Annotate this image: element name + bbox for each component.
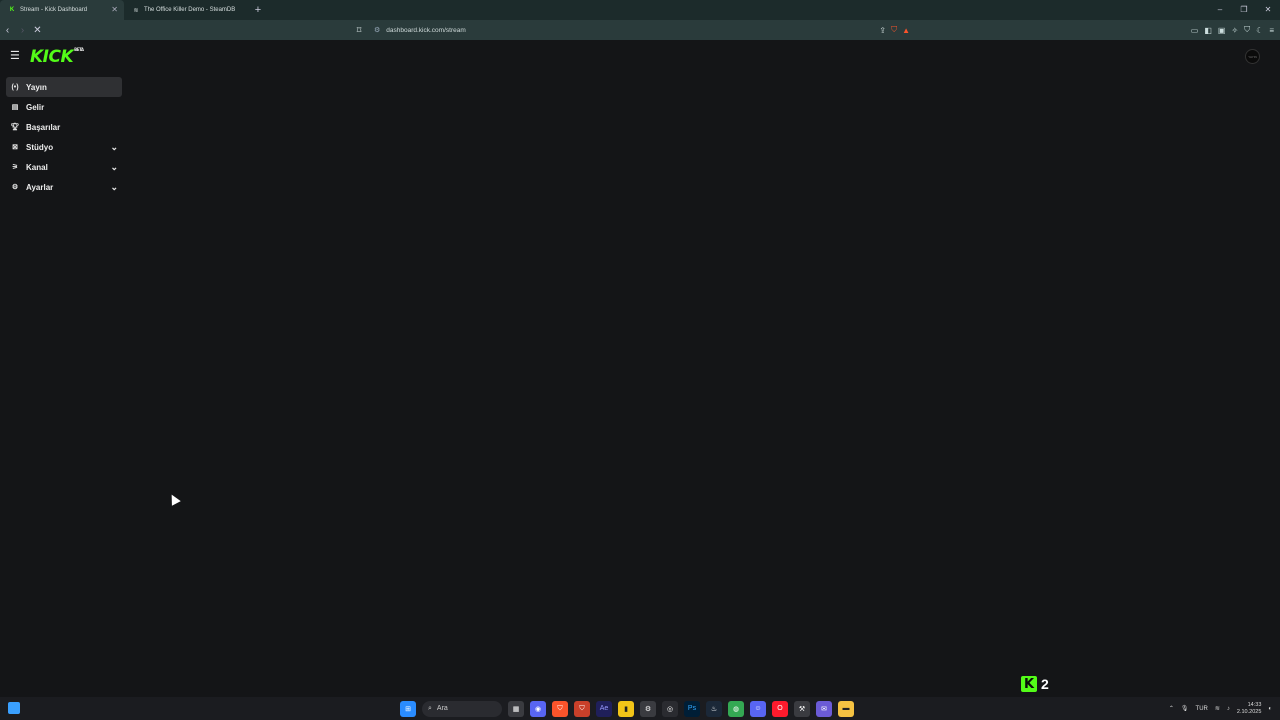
kick-favicon-icon: K [9, 7, 15, 13]
system-tray: ⌃ 🎙︎ TUR ≋ ♪ 14:33 2.10.2025 ◐ [1169, 697, 1272, 720]
discord-alt-app-icon[interactable]: ☺ [750, 700, 766, 717]
vpn-icon[interactable]: ⛉ [1244, 25, 1250, 35]
menu-icon[interactable]: ≡ [1269, 26, 1274, 35]
extensions-icon[interactable]: ✧ [1231, 26, 1238, 35]
chevron-down-icon[interactable]: ⌄ [110, 162, 118, 172]
tab-kick-dashboard[interactable]: K Stream - Kick Dashboard ✕ [0, 0, 124, 20]
wallet-icon[interactable]: ▣ [1218, 26, 1226, 35]
clock-time: 14:33 [1247, 701, 1262, 708]
beta-badge: BETA [74, 47, 84, 52]
restore-icon[interactable]: ❐ [1232, 0, 1256, 20]
sidebar-item-kanal[interactable]: ⚞ Kanal ⌄ [6, 157, 122, 177]
stop-loading-icon[interactable]: ✕ [30, 25, 45, 36]
obs-app-icon[interactable]: ◎ [662, 700, 678, 717]
gear-icon: ⚙ [11, 184, 19, 191]
task-view-icon[interactable]: ▦ [508, 700, 524, 717]
clock-date: 2.10.2025 [1236, 708, 1262, 715]
address-bar[interactable]: ⌑ ⚙ dashboard.kick.com/stream ⇪ ⛉ ▲ [352, 22, 910, 38]
sidebar-item-studyo[interactable]: ⊠ Stüdyo ⌄ [6, 137, 122, 157]
sidebar-item-label: Stüdyo [26, 142, 54, 152]
chevron-up-icon[interactable]: ⌃ [1169, 705, 1174, 712]
tab-title: The Office Killer Demo - SteamDB [144, 7, 236, 13]
windows-taskbar: ⊞ ⌕ Ara ▦ ◉ ⛉ ⛉ Ae ▮ ⚙ ◎ Ps ♨ ◍ ☺ O ⚒ ✉ ▬… [0, 697, 1280, 720]
share-icon[interactable]: ⇪ [879, 26, 886, 35]
brave-rewards-icon[interactable]: ▲ [902, 26, 910, 35]
notification-icon[interactable]: ◐ [1268, 706, 1272, 712]
channel-icon: ⚞ [11, 164, 19, 171]
chevron-down-icon[interactable]: ⌄ [110, 182, 118, 192]
search-label: Ara [436, 705, 448, 712]
avatar[interactable]: YAYIN [1245, 49, 1260, 64]
opera-app-icon[interactable]: O [772, 700, 788, 717]
brave-shield-icon[interactable]: ⛉ [891, 25, 897, 35]
toolbar-actions: ▭ ◧ ▣ ✧ ⛉ ☾ ≡ [1191, 20, 1274, 40]
url-text[interactable]: dashboard.kick.com/stream [386, 27, 465, 34]
browser-titlebar: K Stream - Kick Dashboard ✕ ≋ The Office… [0, 0, 1280, 20]
leo-ai-icon[interactable]: ☾ [1256, 26, 1263, 35]
back-icon[interactable]: ‹ [0, 25, 15, 36]
photoshop-app-icon[interactable]: Ps [684, 700, 700, 717]
file-explorer-app-icon[interactable]: ▬ [838, 700, 854, 717]
kick-overlay-widget: K 2 [1021, 676, 1049, 692]
widgets-icon[interactable] [8, 702, 20, 714]
close-tab-icon[interactable]: ✕ [111, 5, 118, 15]
sidebar-item-yayin[interactable]: (•) Yayın [6, 77, 122, 97]
after-effects-app-icon[interactable]: Ae [596, 700, 612, 717]
taskbar-apps: ⊞ ⌕ Ara ▦ ◉ ⛉ ⛉ Ae ▮ ⚙ ◎ Ps ♨ ◍ ☺ O ⚒ ✉ ▬ [400, 697, 854, 720]
browser-toolbar: ‹ › ✕ ⌑ ⚙ dashboard.kick.com/stream ⇪ ⛉ … [0, 20, 1280, 40]
sidebar-item-label: Gelir [26, 102, 45, 112]
search-icon: ⌕ [428, 704, 432, 712]
sidebar-toggle-icon[interactable]: ◧ [1204, 26, 1212, 35]
close-window-icon[interactable]: ✕ [1256, 0, 1280, 20]
sidebar-item-ayarlar[interactable]: ⚙ Ayarlar ⌄ [6, 177, 122, 197]
discord-app-icon[interactable]: ◉ [530, 700, 546, 717]
brave-active-app-icon[interactable]: ⛉ [574, 700, 590, 717]
hamburger-menu-icon[interactable]: ☰ [10, 50, 22, 62]
settings-app-icon[interactable]: ⚙ [640, 700, 656, 717]
mouse-cursor [167, 492, 181, 506]
overlay-count: 2 [1041, 676, 1049, 692]
forward-icon[interactable]: › [15, 25, 30, 36]
chrome-app-icon[interactable]: ◍ [728, 700, 744, 717]
dashboard-header: ☰ KICKBETA YAYIN [0, 40, 1280, 72]
kick-k-icon: K [1021, 676, 1037, 692]
tab-title: Stream - Kick Dashboard [20, 7, 88, 13]
sidebar-item-label: Yayın [26, 82, 47, 92]
bookmark-icon[interactable]: ⌑ [352, 25, 366, 36]
site-info-icon[interactable]: ⚙ [374, 26, 380, 34]
steam-app-icon[interactable]: ♨ [706, 700, 722, 717]
sidebar-item-label: Ayarlar [26, 182, 54, 192]
window-controls: – ❐ ✕ [1208, 0, 1280, 20]
tools-app-icon[interactable]: ⚒ [794, 700, 810, 717]
windows-start-icon[interactable]: ⊞ [400, 700, 416, 717]
logo-text: KICK [30, 47, 74, 67]
messenger-app-icon[interactable]: ✉ [816, 700, 832, 717]
new-tab-button[interactable]: + [248, 4, 268, 16]
trophy-icon: 🏆︎ [10, 124, 20, 131]
brave-app-icon[interactable]: ⛉ [552, 700, 568, 717]
sidebar: (•) Yayın ▤ Gelir 🏆︎ Başarılar ⊠ Stüdyo … [6, 77, 122, 197]
notes-app-icon[interactable]: ▮ [618, 700, 634, 717]
sidebar-item-label: Başarılar [26, 122, 61, 132]
address-bar-actions: ⇪ ⛉ ▲ [879, 22, 910, 38]
sidebar-item-gelir[interactable]: ▤ Gelir [6, 97, 122, 117]
language-indicator[interactable]: TUR [1196, 706, 1208, 712]
taskbar-search[interactable]: ⌕ Ara [422, 700, 502, 717]
studio-icon: ⊠ [12, 144, 18, 151]
broadcast-icon: (•) [11, 83, 19, 91]
sidebar-item-basarilar[interactable]: 🏆︎ Başarılar [6, 117, 122, 137]
reader-mode-icon[interactable]: ▭ [1191, 26, 1199, 35]
minimize-icon[interactable]: – [1208, 0, 1232, 20]
kick-logo[interactable]: KICKBETA [30, 47, 84, 67]
tab-steamdb[interactable]: ≋ The Office Killer Demo - SteamDB [124, 0, 248, 20]
steamdb-favicon-icon: ≋ [133, 7, 139, 14]
wifi-icon[interactable]: ≋ [1215, 705, 1220, 712]
clock[interactable]: 14:33 2.10.2025 [1237, 702, 1261, 716]
sidebar-item-label: Kanal [26, 162, 48, 172]
revenue-icon: ▤ [11, 104, 19, 111]
microphone-icon[interactable]: 🎙︎ [1181, 705, 1189, 712]
chevron-down-icon[interactable]: ⌄ [110, 142, 118, 152]
volume-icon[interactable]: ♪ [1227, 706, 1230, 712]
